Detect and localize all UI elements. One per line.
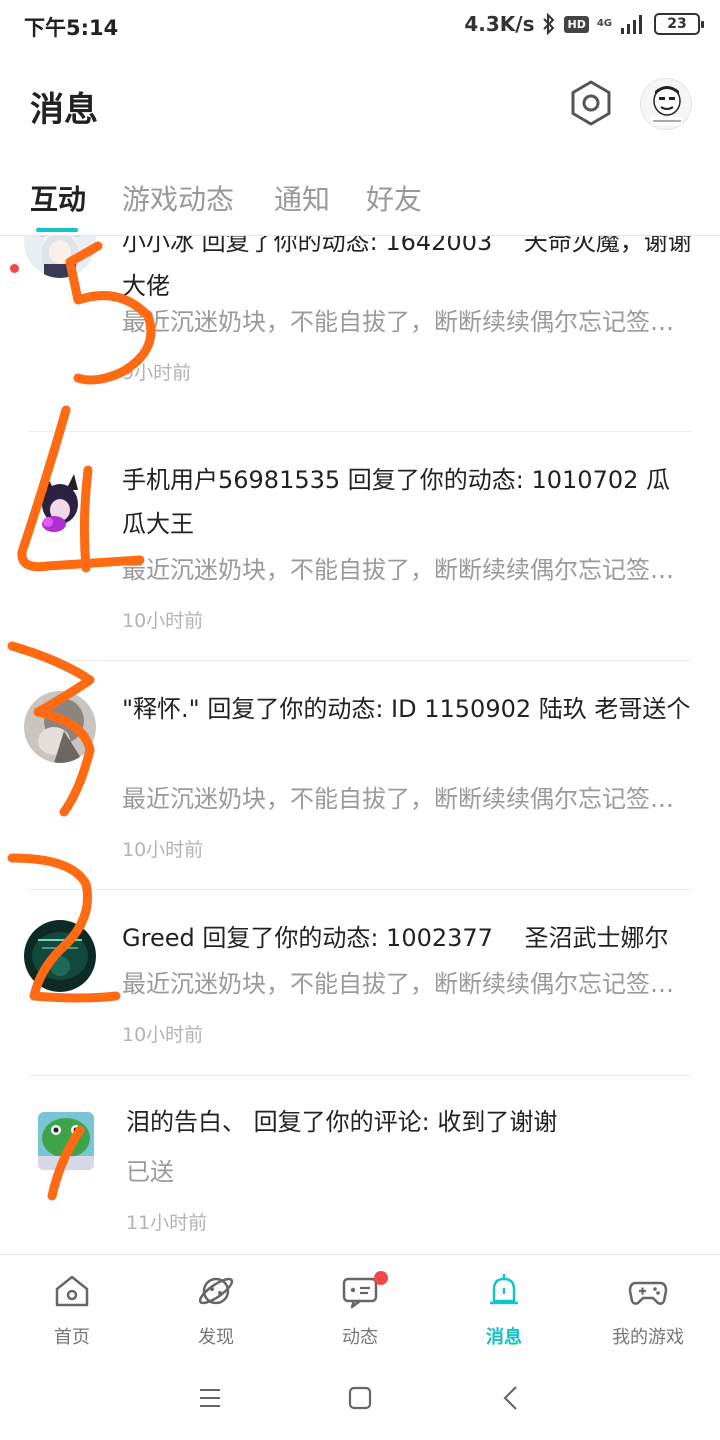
avatar[interactable]: [38, 1112, 94, 1170]
meme-face-icon: [641, 79, 691, 129]
active-tab-indicator: [36, 228, 78, 232]
avatar[interactable]: [24, 920, 96, 992]
message-title: 小小冰 回复了你的动态: 1642003 天命灭魔，谢谢大佬: [122, 236, 692, 300]
status-bar: 下午5:14 4.3K/s HD 4G 23: [0, 0, 720, 52]
list-item[interactable]: 手机用户56981535 回复了你的动态: 1010702 瓜瓜大王 最近沉迷奶…: [0, 432, 720, 662]
user-avatar[interactable]: [640, 78, 692, 130]
status-time: 下午5:14: [24, 16, 119, 40]
message-time: 10小时前: [122, 1024, 204, 1046]
message-time: 10小时前: [122, 839, 204, 861]
message-snippet: 最近沉迷奶块，不能自拔了，断断续续偶尔忘记签到，这次来还…: [122, 785, 692, 813]
nav-discover-label: 发现: [198, 1327, 234, 1348]
message-snippet: 最近沉迷奶块，不能自拔了，断断续续偶尔忘记签到，这次来还…: [122, 308, 692, 336]
message-snippet: 已送: [126, 1158, 174, 1186]
gamepad-icon: [628, 1281, 668, 1305]
nav-feed-label: 动态: [342, 1327, 378, 1348]
avatar[interactable]: [24, 691, 96, 763]
nav-messages[interactable]: 消息: [432, 1255, 576, 1355]
nav-messages-label: 消息: [486, 1327, 522, 1348]
battery-icon: 23: [654, 13, 704, 35]
tab-friends[interactable]: 好友: [366, 178, 422, 218]
nav-home-label: 首页: [54, 1327, 90, 1348]
nav-discover[interactable]: 发现: [144, 1255, 288, 1355]
notification-badge: [374, 1271, 388, 1285]
tab-notifications[interactable]: 通知: [274, 178, 330, 218]
planet-icon: [198, 1277, 234, 1305]
bluetooth-icon: [543, 13, 555, 35]
gear-icon[interactable]: [566, 78, 616, 128]
message-time: 9小时前: [122, 362, 192, 384]
avatar[interactable]: [24, 466, 96, 538]
message-list[interactable]: 小小冰 回复了你的动态: 1642003 天命灭魔，谢谢大佬 最近沉迷奶块，不能…: [0, 236, 720, 1254]
message-title: Greed 回复了你的动态: 1002377 圣沼武士娜尔: [122, 924, 669, 952]
nav-my-games-label: 我的游戏: [612, 1327, 684, 1348]
message-title: "释怀." 回复了你的动态: ID 1150902 陆玖 老哥送个: [122, 695, 691, 723]
message-time: 11小时前: [126, 1212, 208, 1234]
tab-bar: 互动 游戏动态 通知 好友: [0, 172, 720, 236]
nav-my-games[interactable]: 我的游戏: [576, 1255, 720, 1355]
menu-icon[interactable]: [190, 1380, 230, 1416]
list-item[interactable]: 小小冰 回复了你的动态: 1642003 天命灭魔，谢谢大佬 最近沉迷奶块，不能…: [0, 236, 720, 432]
bell-icon: [490, 1274, 518, 1305]
signal-icon: [621, 15, 642, 34]
message-time: 10小时前: [122, 610, 204, 632]
tab-interaction[interactable]: 互动: [30, 178, 86, 218]
hd-badge: HD: [564, 15, 589, 33]
list-item[interactable]: "释怀." 回复了你的动态: ID 1150902 陆玖 老哥送个 最近沉迷奶块…: [0, 661, 720, 891]
list-item[interactable]: 泪的告白、 回复了你的评论: 收到了谢谢 已送 11小时前: [0, 1076, 720, 1254]
network-type: 4G: [596, 18, 612, 29]
message-snippet: 最近沉迷奶块，不能自拔了，断断续续偶尔忘记签到，这次来还…: [122, 970, 692, 998]
system-nav-bar: [0, 1354, 720, 1440]
page-header: 消息: [0, 52, 720, 156]
home-icon: [55, 1275, 89, 1307]
message-title: 手机用户56981535 回复了你的动态: 1010702 瓜瓜大王: [122, 466, 671, 538]
bottom-nav: 首页 发现 动态 消息 我的游戏: [0, 1254, 720, 1354]
nav-home[interactable]: 首页: [0, 1255, 144, 1355]
tab-game-updates[interactable]: 游戏动态: [122, 178, 234, 218]
back-icon[interactable]: [490, 1380, 530, 1416]
page-title: 消息: [30, 90, 98, 130]
message-title: 泪的告白、 回复了你的评论: 收到了谢谢: [126, 1108, 558, 1136]
nav-feed[interactable]: 动态: [288, 1255, 432, 1355]
net-speed: 4.3K/s: [464, 12, 535, 36]
message-snippet: 最近沉迷奶块，不能自拔了，断断续续偶尔忘记签到，这次来还…: [122, 556, 692, 584]
status-indicators: 4.3K/s HD 4G 23: [464, 12, 704, 36]
unread-dot: [10, 264, 19, 273]
avatar[interactable]: [24, 236, 96, 278]
home-square-icon[interactable]: [340, 1380, 380, 1416]
list-item[interactable]: Greed 回复了你的动态: 1002377 圣沼武士娜尔 最近沉迷奶块，不能自…: [0, 890, 720, 1076]
